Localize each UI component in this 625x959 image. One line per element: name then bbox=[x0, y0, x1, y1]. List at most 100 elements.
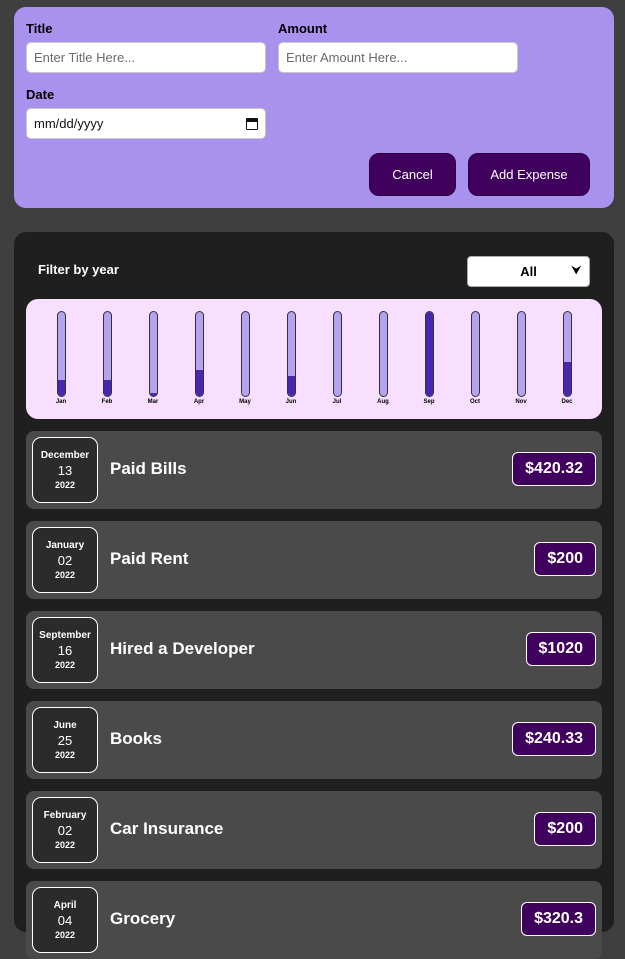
chart-bar-label: Sep bbox=[423, 399, 435, 405]
expense-amount: $1020 bbox=[525, 632, 596, 666]
expense-date: December 13 2022 bbox=[32, 437, 98, 503]
chart-bar-fill bbox=[195, 369, 203, 396]
chart-bar-fill bbox=[57, 380, 65, 396]
chart-bar-track bbox=[194, 311, 204, 397]
chart-bar-dec: Dec bbox=[561, 311, 573, 405]
expense-item[interactable]: December 13 2022 Paid Bills $420.32 bbox=[26, 431, 602, 509]
chart-bar-track bbox=[286, 311, 296, 397]
expense-day: 13 bbox=[57, 462, 73, 478]
expense-month: June bbox=[53, 719, 77, 731]
chart-bar-label: Oct bbox=[470, 399, 481, 405]
chevron-down-icon: ⮟ bbox=[571, 265, 581, 277]
expense-date: April 04 2022 bbox=[32, 887, 98, 953]
chart-bar-label: Nov bbox=[515, 399, 527, 405]
expense-day: 02 bbox=[57, 552, 73, 568]
title-input[interactable] bbox=[26, 42, 266, 73]
chart-bar-track bbox=[148, 311, 158, 397]
filter-label: Filter by year bbox=[38, 262, 119, 277]
expense-year: 2022 bbox=[54, 929, 76, 940]
expense-item[interactable]: January 02 2022 Paid Rent $200 bbox=[26, 521, 602, 599]
title-label: Title bbox=[26, 21, 53, 36]
expenses-chart: Jan Feb Mar Apr May Jun Jul Aug Sep Oct Nov Dec bbox=[26, 299, 602, 419]
cancel-button[interactable]: Cancel bbox=[369, 153, 456, 196]
expense-title: Grocery bbox=[110, 909, 176, 928]
chart-bar-label: Jul bbox=[332, 399, 342, 405]
year-select[interactable]: All ⮟ bbox=[467, 256, 590, 287]
expense-month: September bbox=[39, 629, 91, 641]
chart-bar-track bbox=[424, 311, 434, 397]
amount-input[interactable] bbox=[278, 42, 518, 73]
expense-year: 2022 bbox=[54, 479, 76, 490]
expense-day: 16 bbox=[57, 642, 73, 658]
amount-label: Amount bbox=[278, 21, 328, 36]
chart-bar-label: Jan bbox=[55, 399, 67, 405]
chart-bar-jul: Jul bbox=[332, 311, 342, 405]
expense-date: September 16 2022 bbox=[32, 617, 98, 683]
chart-bar-fill bbox=[149, 392, 157, 396]
expense-year: 2022 bbox=[54, 659, 76, 670]
date-input[interactable]: mm/dd/yyyy bbox=[26, 108, 266, 139]
expense-title: Car Insurance bbox=[110, 819, 224, 838]
chart-bar-jan: Jan bbox=[56, 311, 66, 405]
expense-date: January 02 2022 bbox=[32, 527, 98, 593]
chart-bar-fill bbox=[103, 380, 111, 396]
expense-month: February bbox=[43, 809, 87, 821]
expense-amount: $200 bbox=[534, 812, 596, 846]
chart-bar-label: May bbox=[239, 399, 251, 405]
expense-amount: $200 bbox=[534, 542, 596, 576]
expense-amount: $320.3 bbox=[521, 902, 596, 936]
chart-bar-oct: Oct bbox=[470, 311, 480, 405]
expense-title: Paid Rent bbox=[110, 549, 189, 568]
expenses-panel: Filter by year All ⮟ Jan Feb Mar Apr May Jun J… bbox=[14, 232, 614, 959]
chart-bar-track bbox=[102, 311, 112, 397]
chart-bar-track bbox=[470, 311, 480, 397]
chart-bar-fill bbox=[287, 375, 295, 396]
chart-bar-feb: Feb bbox=[102, 311, 112, 405]
chart-bar-label: Apr bbox=[193, 399, 205, 405]
chart-bar-label: Dec bbox=[561, 399, 573, 405]
expense-item[interactable]: April 04 2022 Grocery $320.3 bbox=[26, 881, 602, 959]
chart-bar-apr: Apr bbox=[194, 311, 204, 405]
expense-day: 02 bbox=[57, 822, 73, 838]
expense-month: December bbox=[40, 449, 90, 461]
expense-year: 2022 bbox=[54, 749, 76, 760]
expense-month: January bbox=[45, 539, 85, 551]
expense-item[interactable]: June 25 2022 Books $240.33 bbox=[26, 701, 602, 779]
chart-bar-track bbox=[562, 311, 572, 397]
chart-bar-jun: Jun bbox=[286, 311, 296, 405]
expense-item[interactable]: September 16 2022 Hired a Developer $1020 bbox=[26, 611, 602, 689]
chart-bar-label: Mar bbox=[147, 399, 159, 405]
expense-date: June 25 2022 bbox=[32, 707, 98, 773]
chart-bar-label: Jun bbox=[285, 399, 297, 405]
chart-bar-track bbox=[332, 311, 342, 397]
chart-bar-label: Feb bbox=[101, 399, 113, 405]
chart-bar-label: Aug bbox=[377, 399, 389, 405]
expense-form: Title Amount Date mm/dd/yyyy Cancel Add … bbox=[14, 7, 614, 208]
chart-bar-fill bbox=[425, 312, 433, 396]
chart-bar-aug: Aug bbox=[377, 311, 389, 405]
chart-bar-track bbox=[56, 311, 66, 397]
year-select-value: All bbox=[520, 264, 537, 279]
chart-bar-track bbox=[378, 311, 388, 397]
chart-bar-nov: Nov bbox=[515, 311, 527, 405]
expense-amount: $420.32 bbox=[512, 452, 596, 486]
expense-item[interactable]: February 02 2022 Car Insurance $200 bbox=[26, 791, 602, 869]
expense-title: Paid Bills bbox=[110, 459, 187, 478]
date-input-value: mm/dd/yyyy bbox=[34, 116, 104, 131]
chart-bar-track bbox=[240, 311, 250, 397]
expense-year: 2022 bbox=[54, 569, 76, 580]
expense-day: 25 bbox=[57, 732, 73, 748]
calendar-icon[interactable] bbox=[246, 117, 258, 130]
chart-bar-fill bbox=[563, 361, 571, 396]
expense-amount: $240.33 bbox=[512, 722, 596, 756]
expense-year: 2022 bbox=[54, 839, 76, 850]
expense-month: April bbox=[53, 899, 77, 911]
date-label: Date bbox=[26, 87, 55, 102]
chart-bar-mar: Mar bbox=[148, 311, 158, 405]
expense-title: Books bbox=[110, 729, 162, 748]
add-expense-button[interactable]: Add Expense bbox=[468, 153, 590, 196]
chart-bar-sep: Sep bbox=[423, 311, 435, 405]
chart-bar-track bbox=[516, 311, 526, 397]
expense-title: Hired a Developer bbox=[110, 639, 255, 658]
expense-date: February 02 2022 bbox=[32, 797, 98, 863]
